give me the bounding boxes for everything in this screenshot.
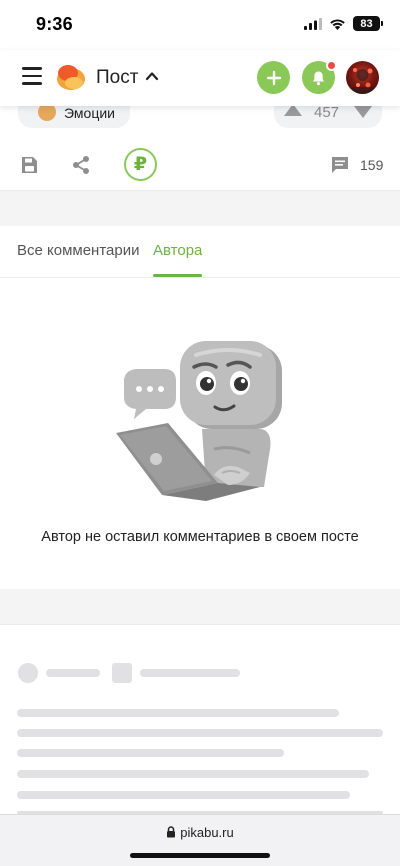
skeleton-line <box>46 669 100 677</box>
browser-url-bar[interactable]: pikabu.ru <box>0 814 400 866</box>
avatar-image <box>352 68 373 94</box>
battery-icon: 83 <box>353 16 383 31</box>
skeleton-line <box>17 749 284 757</box>
page-title[interactable]: Пост <box>96 67 138 89</box>
status-icons: 83 <box>304 16 383 31</box>
battery-level: 83 <box>360 17 373 30</box>
lock-icon <box>167 826 176 838</box>
comments-count: 159 <box>360 157 384 173</box>
notifications-button[interactable] <box>302 60 337 94</box>
comment-tabs: Все комментарии Автора <box>0 226 400 278</box>
tab-all-comments[interactable]: Все комментарии <box>17 242 139 259</box>
ruble-icon: ₽ <box>133 154 148 175</box>
active-tab-indicator <box>153 274 202 277</box>
rating-value: 457 <box>314 104 340 121</box>
chevron-up-icon[interactable] <box>145 69 159 83</box>
cellular-signal-icon <box>304 17 322 30</box>
plus-icon <box>266 70 281 85</box>
comment-icon[interactable] <box>330 155 350 174</box>
section-gap <box>0 589 400 624</box>
tab-author-comments[interactable]: Автора <box>153 242 202 259</box>
emotions-label: Эмоции <box>64 105 115 121</box>
bell-icon <box>312 71 325 85</box>
app-header: Пост <box>0 50 400 106</box>
share-icon[interactable] <box>71 155 91 175</box>
skeleton-line <box>17 709 339 717</box>
robot-laptop-illustration <box>116 341 282 501</box>
skeleton-line <box>17 791 350 799</box>
status-bar: 9:36 83 <box>0 0 400 50</box>
status-time: 9:36 <box>36 14 73 34</box>
save-icon[interactable] <box>19 155 39 175</box>
skeleton-badge <box>112 663 132 683</box>
donate-button[interactable]: ₽ <box>124 148 157 181</box>
home-indicator[interactable] <box>130 853 270 858</box>
avatar[interactable] <box>346 61 379 94</box>
wifi-icon <box>330 18 345 30</box>
skeleton-line <box>140 669 240 677</box>
downvote-icon[interactable] <box>354 106 372 118</box>
url-text: pikabu.ru <box>180 825 234 840</box>
loading-skeleton <box>0 624 400 815</box>
empty-state-message: Автор не оставил комментариев в своем по… <box>41 529 359 545</box>
notification-badge <box>326 60 337 71</box>
pikabu-logo[interactable] <box>55 62 87 92</box>
url-display[interactable]: pikabu.ru <box>0 825 400 840</box>
add-post-button[interactable] <box>257 61 290 94</box>
hamburger-icon[interactable] <box>22 67 42 87</box>
empty-state: Автор не оставил комментариев в своем по… <box>0 279 400 589</box>
section-gap <box>0 191 400 226</box>
skeleton-avatar <box>18 663 38 683</box>
skeleton-line <box>17 770 369 778</box>
post-actions: ₽ 159 <box>0 140 400 190</box>
skeleton-line <box>17 729 383 737</box>
